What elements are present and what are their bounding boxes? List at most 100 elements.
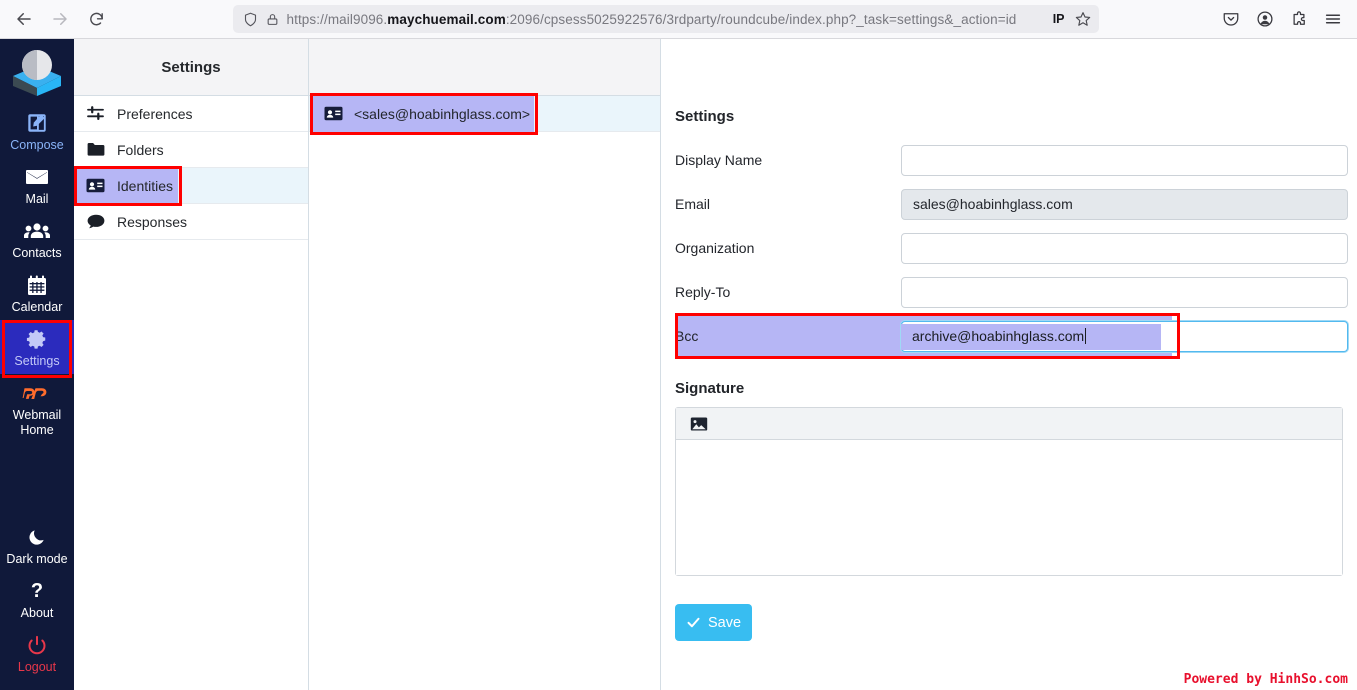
compose-pencil-icon — [26, 111, 48, 135]
hamburger-menu-icon[interactable] — [1321, 7, 1345, 31]
logo-cube-icon — [13, 50, 61, 96]
taskbar-label: Contacts — [12, 246, 62, 260]
browser-right-icons — [1219, 7, 1357, 31]
folder-icon — [86, 142, 105, 157]
form-row-display-name: Display Name — [675, 138, 1348, 182]
field-wrapper — [901, 276, 1348, 308]
form-panel-header — [661, 39, 1357, 96]
address-bar[interactable]: https://mail9096.maychuemail.com:2096/cp… — [232, 5, 1099, 33]
url-suffix: :2096/cpsess5025922576/3rdparty/roundcub… — [505, 11, 1017, 27]
sidebar-item-label: Preferences — [117, 105, 193, 122]
taskbar-item-contacts[interactable]: Contacts — [0, 212, 74, 266]
text-caret — [1085, 328, 1087, 344]
field-label: Reply-To — [675, 284, 731, 300]
cpanel-icon — [22, 381, 52, 405]
taskbar-item-logout[interactable]: Logout — [0, 626, 74, 680]
list-item-label: <sales@hoabinhglass.com> — [354, 105, 531, 122]
field-wrapper — [901, 188, 1348, 220]
url-prefix: https://mail9096. — [286, 11, 388, 27]
sidebar-item-label: Responses — [117, 213, 188, 230]
settings-list-panel: Settings Preferences Folders Identities … — [74, 39, 309, 690]
field-label: Organization — [675, 240, 755, 256]
form-section-title: Settings — [675, 108, 735, 125]
settings-panel-title: Settings — [161, 58, 221, 76]
forward-arrow-icon — [53, 13, 67, 25]
taskbar-label: Settings — [14, 354, 60, 368]
taskbar-label: Logout — [17, 660, 57, 674]
browser-nav-buttons — [0, 3, 112, 35]
save-button[interactable]: Save — [675, 604, 752, 641]
urlbar-container: https://mail9096.maychuemail.com:2096/cp… — [112, 5, 1219, 33]
display-name-input[interactable] — [901, 144, 1348, 176]
watermark: Powered by HinhSo.com — [1183, 672, 1348, 687]
taskbar-item-calendar[interactable]: Calendar — [0, 266, 74, 320]
save-button-label: Save — [707, 614, 742, 631]
bcc-value-display: archive@hoabinhglass.com — [912, 321, 1087, 352]
taskbar-item-compose[interactable]: Compose — [0, 104, 74, 158]
taskbar-item-mail[interactable]: Mail — [0, 158, 74, 212]
pocket-icon[interactable] — [1219, 7, 1243, 31]
taskbar-label: Webmail Home — [12, 408, 62, 437]
organization-input[interactable] — [901, 232, 1348, 264]
identity-card-icon — [86, 178, 105, 193]
field-label: Bcc — [675, 328, 699, 344]
speech-bubble-icon — [86, 214, 105, 229]
power-icon — [27, 633, 47, 657]
account-icon[interactable] — [1253, 7, 1277, 31]
url-host: maychuemail.com — [387, 11, 506, 27]
field-label: Email — [675, 196, 711, 212]
padlock-icon[interactable] — [266, 13, 279, 26]
field-label: Display Name — [675, 152, 763, 168]
taskbar-label: About — [20, 606, 54, 620]
back-arrow-icon — [17, 13, 31, 25]
sidebar-item-preferences[interactable]: Preferences — [74, 96, 308, 132]
sidebar-item-folders[interactable]: Folders — [74, 132, 308, 168]
field-wrapper — [901, 144, 1348, 176]
extensions-icon[interactable] — [1287, 7, 1311, 31]
list-item[interactable]: <sales@hoabinhglass.com> — [309, 93, 660, 135]
moon-icon — [27, 525, 47, 549]
gear-icon — [26, 327, 48, 351]
identities-list: <sales@hoabinhglass.com> — [309, 93, 660, 690]
identities-panel-header — [309, 39, 660, 96]
settings-menu-list: Preferences Folders Identities Responses — [74, 96, 308, 690]
identities-list-panel: <sales@hoabinhglass.com> — [309, 39, 661, 690]
taskbar-label: Mail — [25, 192, 49, 206]
form-row-reply-to: Reply-To — [675, 270, 1348, 314]
signature-textarea[interactable] — [676, 440, 1342, 575]
taskbar-label: Compose — [10, 138, 64, 152]
bookmark-star-icon[interactable] — [1075, 11, 1091, 27]
sidebar-item-label: Folders — [117, 141, 164, 158]
taskbar-item-dark-mode[interactable]: Dark mode — [0, 518, 74, 572]
taskbar-label: Dark mode — [6, 552, 68, 566]
taskbar-item-about[interactable]: ? About — [0, 572, 74, 626]
form-row-email: Email — [675, 182, 1348, 226]
identity-form-panel: Settings Display Name Email Organization — [661, 39, 1357, 690]
url-text[interactable]: https://mail9096.maychuemail.com:2096/cp… — [287, 12, 1045, 27]
browser-toolbar: https://mail9096.maychuemail.com:2096/cp… — [0, 0, 1357, 39]
identity-card-icon — [323, 106, 343, 121]
sidebar-item-label: Identities — [117, 177, 174, 194]
app-taskbar: Compose Mail Contacts Calendar Settings … — [0, 39, 74, 690]
svg-text:?: ? — [31, 580, 43, 602]
back-button[interactable] — [8, 3, 40, 35]
shield-icon[interactable] — [243, 12, 258, 27]
taskbar-item-webmail-home[interactable]: Webmail Home — [0, 374, 74, 444]
email-input[interactable] — [901, 188, 1348, 220]
taskbar-label: Calendar — [11, 300, 63, 314]
sidebar-item-identities[interactable]: Identities — [74, 166, 308, 206]
reply-to-input[interactable] — [901, 276, 1348, 308]
checkmark-icon — [687, 617, 700, 628]
sliders-icon — [86, 106, 105, 121]
ip-badge[interactable]: IP — [1053, 12, 1067, 26]
insert-image-icon[interactable] — [688, 413, 710, 435]
sidebar-item-responses[interactable]: Responses — [74, 204, 308, 240]
settings-panel-header: Settings — [74, 39, 308, 96]
forward-button[interactable] — [44, 3, 76, 35]
reload-icon — [89, 12, 103, 25]
app-shell: Compose Mail Contacts Calendar Settings … — [0, 39, 1357, 690]
reload-button[interactable] — [80, 3, 112, 35]
calendar-icon — [27, 273, 47, 297]
taskbar-item-settings[interactable]: Settings — [0, 320, 74, 378]
question-mark-icon: ? — [30, 579, 44, 603]
